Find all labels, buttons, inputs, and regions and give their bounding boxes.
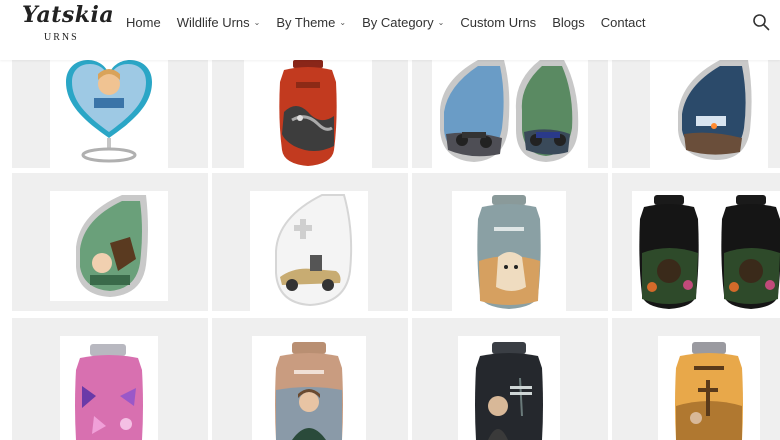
product-image[interactable] bbox=[458, 336, 560, 440]
product-grid bbox=[12, 60, 780, 440]
product-card[interactable] bbox=[12, 318, 208, 440]
nav-label: By Theme bbox=[276, 14, 336, 30]
logo-subtitle: URNS bbox=[44, 32, 79, 43]
nav-label: By Category bbox=[362, 14, 434, 30]
product-card[interactable] bbox=[412, 60, 608, 168]
product-image[interactable] bbox=[650, 60, 768, 168]
logo-script: Yatskia bbox=[22, 2, 115, 28]
nav-label: Contact bbox=[600, 14, 646, 30]
nav-contact[interactable]: Contact bbox=[601, 15, 646, 30]
chevron-down-icon: ⌄ bbox=[253, 17, 261, 27]
chevron-down-icon: ⌄ bbox=[437, 17, 445, 27]
search-icon[interactable] bbox=[752, 13, 770, 31]
dog-urn-icon bbox=[477, 195, 541, 309]
memorial-urn-icon bbox=[475, 342, 543, 440]
product-card[interactable] bbox=[612, 318, 780, 440]
dog-teardrop-urn-icon bbox=[76, 195, 148, 297]
portrait-urn-icon bbox=[275, 342, 343, 440]
product-image[interactable] bbox=[50, 191, 168, 301]
nav-blogs[interactable]: Blogs bbox=[552, 15, 585, 30]
product-card[interactable] bbox=[412, 173, 608, 311]
product-image[interactable] bbox=[60, 336, 158, 440]
product-image[interactable] bbox=[632, 191, 780, 311]
motorcycle-urn-icon bbox=[440, 60, 579, 162]
nav-custom-urns[interactable]: Custom Urns bbox=[460, 15, 536, 30]
product-card[interactable] bbox=[212, 173, 408, 311]
butterfly-urn-icon bbox=[75, 344, 143, 440]
product-image[interactable] bbox=[658, 336, 760, 440]
product-image[interactable] bbox=[250, 191, 368, 311]
product-card[interactable] bbox=[612, 173, 780, 311]
heart-urn-icon bbox=[66, 60, 152, 163]
product-card[interactable] bbox=[412, 318, 608, 440]
product-card[interactable] bbox=[212, 318, 408, 440]
nav-home[interactable]: Home bbox=[126, 15, 161, 30]
product-card[interactable] bbox=[612, 60, 780, 168]
teardrop-urn-icon bbox=[678, 60, 752, 160]
dragon-urn-icon bbox=[279, 60, 337, 166]
main-nav: Home Wildlife Urns ⌄ By Theme ⌄ By Categor… bbox=[126, 14, 662, 30]
product-image[interactable] bbox=[50, 60, 168, 168]
nav-by-category[interactable]: By Category ⌄ bbox=[362, 15, 444, 30]
nav-label: Home bbox=[126, 14, 161, 30]
product-card[interactable] bbox=[12, 60, 208, 168]
product-image[interactable] bbox=[252, 336, 366, 440]
cross-urn-icon bbox=[675, 342, 743, 440]
product-image[interactable] bbox=[244, 60, 372, 168]
nav-wildlife-urns[interactable]: Wildlife Urns ⌄ bbox=[177, 15, 261, 30]
site-header: Yatskia URNS Home Wildlife Urns ⌄ By Them… bbox=[0, 0, 780, 60]
rottweiler-urn-icon bbox=[639, 195, 780, 309]
nav-by-theme[interactable]: By Theme ⌄ bbox=[276, 15, 346, 30]
car-urn-icon bbox=[275, 194, 353, 307]
nav-label: Wildlife Urns bbox=[176, 14, 250, 30]
product-image[interactable] bbox=[452, 191, 566, 311]
product-card[interactable] bbox=[12, 173, 208, 311]
product-card[interactable] bbox=[212, 60, 408, 168]
chevron-down-icon: ⌄ bbox=[339, 17, 347, 27]
product-image[interactable] bbox=[432, 60, 588, 168]
site-logo[interactable]: Yatskia URNS bbox=[20, 2, 114, 46]
nav-label: Custom Urns bbox=[460, 14, 537, 30]
nav-label: Blogs bbox=[552, 14, 585, 30]
